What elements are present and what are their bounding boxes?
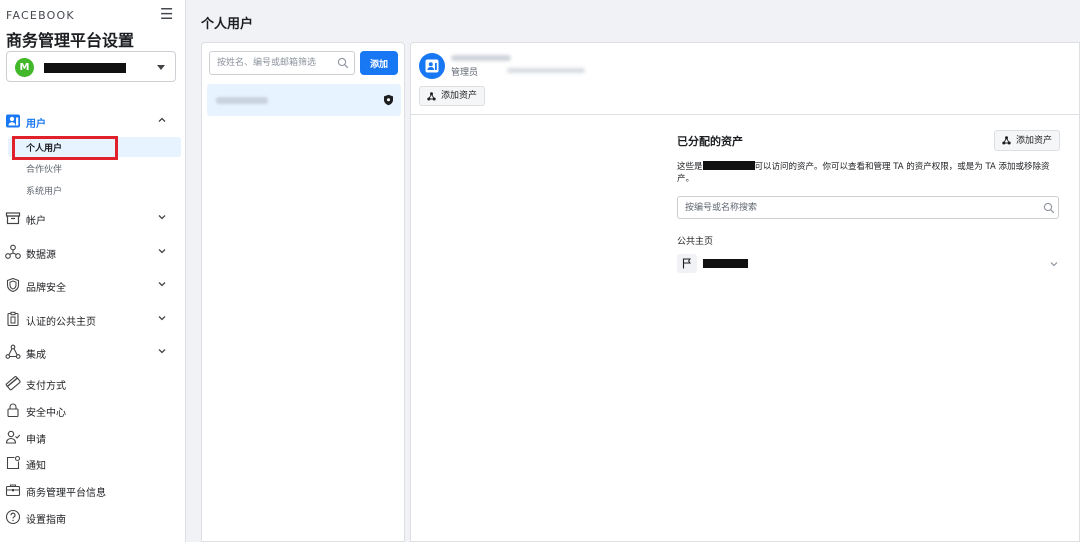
chevron-down-icon <box>158 349 166 354</box>
sidebar-item-verified-pages-label: 认证的公共主页 <box>26 317 96 328</box>
brand-logo: FACEBOOK <box>6 9 75 22</box>
redacted-account-name <box>44 63 126 73</box>
sidebar-item-brand-safety[interactable]: 品牌安全 <box>0 273 186 299</box>
sidebar-subitem-system-users-label: 系统用户 <box>26 187 63 197</box>
sidebar-item-business-info[interactable]: 商务管理平台信息 <box>0 478 186 504</box>
sidebar-item-users-label: 用户 <box>26 119 46 130</box>
flag-icon <box>682 258 691 269</box>
help-circle-icon <box>5 509 21 525</box>
add-user-button[interactable]: 添加 <box>360 51 398 75</box>
sidebar-item-business-info-label: 商务管理平台信息 <box>26 488 106 499</box>
sidebar-item-payment[interactable]: 支付方式 <box>0 371 186 397</box>
chevron-down-icon <box>158 249 166 254</box>
chevron-up-icon <box>158 117 166 122</box>
integrations-icon <box>5 344 21 359</box>
sidebar-item-accounts[interactable]: 帐户 <box>0 206 186 232</box>
sidebar-item-users[interactable]: 用户 <box>0 109 186 135</box>
sidebar-item-security[interactable]: 安全中心 <box>0 398 186 424</box>
sidebar-item-setup-guide[interactable]: 设置指南 <box>0 505 186 531</box>
notification-icon <box>6 455 21 470</box>
sidebar-subitem-system-users[interactable]: 系统用户 <box>8 180 181 200</box>
asset-search-input[interactable] <box>677 196 1059 219</box>
dropdown-caret-icon <box>157 65 165 70</box>
clipboard-icon <box>7 311 19 327</box>
blurred-user-name <box>451 55 511 61</box>
settings-heading: 商务管理平台设置 <box>6 31 135 50</box>
account-avatar: M <box>15 58 34 77</box>
sidebar-subitem-people-label: 个人用户 <box>26 144 63 154</box>
sidebar-item-setup-guide-label: 设置指南 <box>26 515 66 526</box>
chevron-down-icon <box>158 316 166 321</box>
assets-icon <box>1002 136 1011 145</box>
user-list-item[interactable] <box>207 84 401 116</box>
user-detail-header: 管理员 添加资产 <box>411 43 1080 115</box>
sidebar-item-brand-safety-label: 品牌安全 <box>26 283 66 294</box>
redacted-user-name <box>702 161 755 170</box>
sidebar-item-requests-label: 申请 <box>26 435 46 446</box>
assets-icon <box>427 92 436 101</box>
pages-section-label: 公共主页 <box>677 237 714 247</box>
chevron-down-icon <box>158 215 166 220</box>
shield-icon <box>6 277 20 293</box>
page-icon-container <box>677 254 697 273</box>
sidebar-item-payment-label: 支付方式 <box>26 381 66 392</box>
page-title: 个人用户 <box>201 17 254 32</box>
sidebar-subitem-people[interactable]: 个人用户 <box>8 137 181 157</box>
data-sources-icon <box>5 244 21 259</box>
sidebar-item-integrations-label: 集成 <box>26 350 46 361</box>
hamburger-menu-icon[interactable]: ☰ <box>160 5 173 23</box>
blurred-user-email <box>507 68 585 73</box>
sidebar: FACEBOOK ☰ 商务管理平台设置 M 用户 个人用户 合作伙伴 系统用户 … <box>0 0 186 542</box>
sidebar-subitem-partners[interactable]: 合作伙伴 <box>8 158 181 178</box>
sidebar-item-requests[interactable]: 申请 <box>0 425 186 451</box>
user-role-label: 管理员 <box>451 68 479 78</box>
add-assets-label: 添加资产 <box>1016 135 1053 146</box>
admin-shield-icon <box>384 94 393 106</box>
user-detail-panel: 管理员 添加资产 已分配的资产 添加资产 这些是 可以访问的资产。你可以查看和管理… <box>410 42 1080 542</box>
add-assets-button[interactable]: 添加资产 <box>419 86 486 106</box>
users-icon <box>6 114 20 128</box>
chevron-down-icon[interactable] <box>1050 261 1058 267</box>
business-account-selector[interactable]: M <box>6 51 176 82</box>
user-badge-icon <box>425 59 439 73</box>
description-prefix: 这些是 <box>677 162 703 172</box>
user-list-panel: 添加 <box>201 42 405 542</box>
sidebar-subitem-partners-label: 合作伙伴 <box>26 165 63 175</box>
archive-box-icon <box>5 212 21 225</box>
add-assets-button-secondary[interactable]: 添加资产 <box>994 130 1061 151</box>
lock-icon <box>7 403 19 418</box>
page-asset-row[interactable] <box>677 253 1062 275</box>
briefcase-icon <box>5 484 21 497</box>
add-assets-label: 添加资产 <box>441 91 478 101</box>
assigned-assets-title: 已分配的资产 <box>677 135 743 148</box>
sidebar-item-notifications-label: 通知 <box>26 461 46 472</box>
assigned-assets-description: 这些是 可以访问的资产。你可以查看和管理 TA 的资产权限，或是为 TA 添加或移… <box>677 161 1062 185</box>
sidebar-item-integrations[interactable]: 集成 <box>0 340 186 366</box>
sidebar-item-accounts-label: 帐户 <box>26 216 46 227</box>
person-check-icon <box>5 430 21 444</box>
blurred-user-name <box>216 97 268 104</box>
sidebar-item-data-sources-label: 数据源 <box>26 250 56 261</box>
credit-card-icon <box>5 376 21 391</box>
redacted-page-name <box>703 259 748 268</box>
sidebar-item-verified-pages[interactable]: 认证的公共主页 <box>0 307 186 333</box>
user-avatar <box>419 53 445 79</box>
sidebar-item-notifications[interactable]: 通知 <box>0 451 186 477</box>
user-search-input[interactable] <box>209 51 355 75</box>
chevron-down-icon <box>158 282 166 287</box>
sidebar-item-data-sources[interactable]: 数据源 <box>0 240 186 266</box>
sidebar-item-security-label: 安全中心 <box>26 408 66 419</box>
